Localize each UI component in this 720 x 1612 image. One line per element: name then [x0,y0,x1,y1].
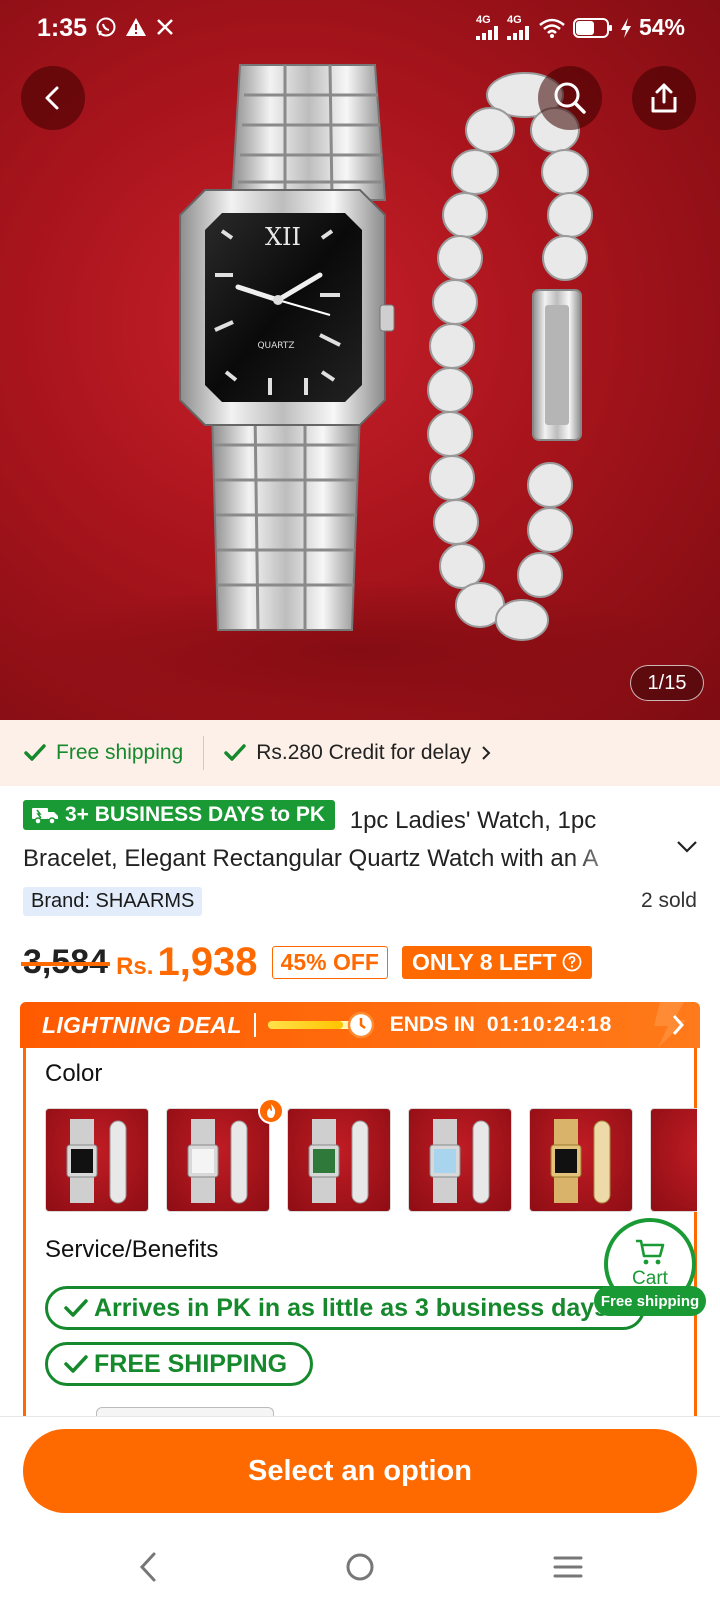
lightning-chevron-right-icon [654,1002,686,1048]
stock-text: ONLY 8 LEFT [411,948,557,975]
system-navigation-bar [0,1540,720,1612]
signal-icon [475,26,498,40]
service-benefits-label: Service/Benefits [45,1236,219,1263]
watch-numeral: XII [265,223,301,251]
tools-icon [157,19,173,35]
battery-icon [572,17,612,38]
benefit-fast-delivery-text: Arrives in PK in as little as 3 business… [94,1293,609,1322]
battery-percent: 54% [638,14,685,40]
brand-row: Brand: SHAARMS 2 sold [23,885,697,917]
chevron-left-icon [45,86,59,110]
chevron-right-icon [482,746,491,760]
divider [253,1013,256,1037]
divider [203,736,205,770]
clock-icon [347,1011,374,1039]
delay-credit-item[interactable]: Rs.280 Credit for delay [224,741,491,765]
nav-menu-icon [553,1556,583,1578]
nav-menu-button[interactable] [552,1550,584,1589]
product-page: { "status_bar": { "time": "1:35", "netwo… [0,0,720,1612]
title-text-1: 1pc Ladies' Watch, 1pc [349,807,597,834]
check-icon [64,1299,88,1317]
check-icon [64,1355,88,1373]
deal-title: LIGHTNING DEAL [42,1011,242,1038]
expand-title-chevron-down-icon[interactable] [676,840,698,854]
nav-back-button[interactable] [136,1550,160,1589]
free-shipping-text: Free shipping [56,741,184,764]
deal-ends-label: ENDS IN [389,1013,475,1036]
discount-badge: 45% OFF [271,945,388,979]
product-photo: XII QUARTZ [30,64,690,720]
watch-brand-text: QUARTZ [257,341,294,351]
hot-badge [258,1098,284,1124]
sold-count: 2 sold [640,889,697,912]
swatch-thumbnail [550,1119,611,1204]
share-button[interactable] [632,66,696,130]
nav-back-icon [139,1552,156,1582]
search-icon [554,82,586,114]
status-time: 1:35 [37,14,88,42]
network-label-1: 4G [475,14,491,26]
free-shipping-item[interactable]: Free shipping [24,741,183,765]
sale-price: 1,938 [157,939,258,984]
stock-badge[interactable]: ONLY 8 LEFT [401,945,593,979]
shipping-benefits-strip[interactable]: Free shipping Rs.280 Credit for delay [0,720,720,786]
swatch-thumbnail [187,1119,248,1204]
wifi-icon [539,18,565,38]
color-swatches [45,1108,697,1212]
benefit-fast-delivery: Arrives in PK in as little as 3 business… [45,1286,645,1330]
price-row: 3,584 Rs. 1,938 45% OFF ONLY 8 LEFT [20,935,593,989]
swatch-green[interactable] [287,1108,391,1212]
original-price: 3,584 [20,942,111,981]
select-option-button[interactable]: Select an option [23,1429,697,1513]
swatch-thumbnail [308,1119,369,1204]
nav-home-icon [346,1553,374,1581]
signal-icon [506,26,529,40]
swatch-black[interactable] [45,1108,149,1212]
charging-icon [620,17,631,38]
swatch-light-blue[interactable] [408,1108,512,1212]
currency-symbol: Rs. [116,953,154,980]
color-label: Color [45,1060,103,1087]
title-line-1: 3+ BUSINESS DAYS to PK 1pc Ladies' Watch… [23,800,703,840]
brand-tag[interactable]: Brand: SHAARMS [23,886,203,916]
title-text-2: Bracelet, Elegant Rectangular Quartz Wat… [23,845,599,872]
back-button[interactable] [21,66,85,130]
delivery-badge: 3+ BUSINESS DAYS to PK [23,800,336,830]
search-button[interactable] [538,66,602,130]
truck-icon [32,808,58,825]
image-counter: 1/15 [630,665,704,701]
flame-icon [267,1104,276,1118]
swatch-thumbnail [66,1119,127,1204]
lightning-deal-banner[interactable]: LIGHTNING DEAL ENDS IN 01:10:24:18 [20,1002,700,1048]
signal-2: 4G [506,14,531,40]
product-title[interactable]: 3+ BUSINESS DAYS to PK 1pc Ladies' Watch… [23,800,703,878]
share-icon [651,83,677,113]
swatch-gold-black[interactable] [529,1108,633,1212]
swatch-white[interactable] [166,1108,270,1212]
status-bar: 1:35 4G 4G 54% [0,0,720,58]
notification-icons [95,16,175,38]
deal-countdown: 01:10:24:18 [486,1013,613,1036]
check-icon [24,744,46,761]
benefit-free-shipping-text: FREE SHIPPING [94,1349,288,1378]
swatch-thumbnail [429,1119,490,1204]
network-label-2: 4G [506,14,522,26]
swatch-more[interactable] [650,1108,697,1212]
cart-icon [636,1239,665,1265]
nav-home-button[interactable] [344,1550,376,1589]
alert-icon [126,18,146,36]
benefit-free-shipping: FREE SHIPPING [45,1342,313,1386]
deal-progress-fill [267,1021,343,1029]
signal-1: 4G [475,14,500,40]
product-image-carousel[interactable]: XII QUARTZ 1:35 4G 4G 54% 1/15 [0,0,720,720]
delivery-badge-text: 3+ BUSINESS DAYS to PK [65,803,326,826]
status-right: 4G 4G 54% [475,14,685,41]
check-icon [224,744,246,761]
help-icon [563,952,582,972]
whatsapp-icon [96,17,116,37]
delay-credit-text: Rs.280 Credit for delay [256,741,472,764]
cart-free-shipping-tag: Free shipping [594,1286,706,1316]
